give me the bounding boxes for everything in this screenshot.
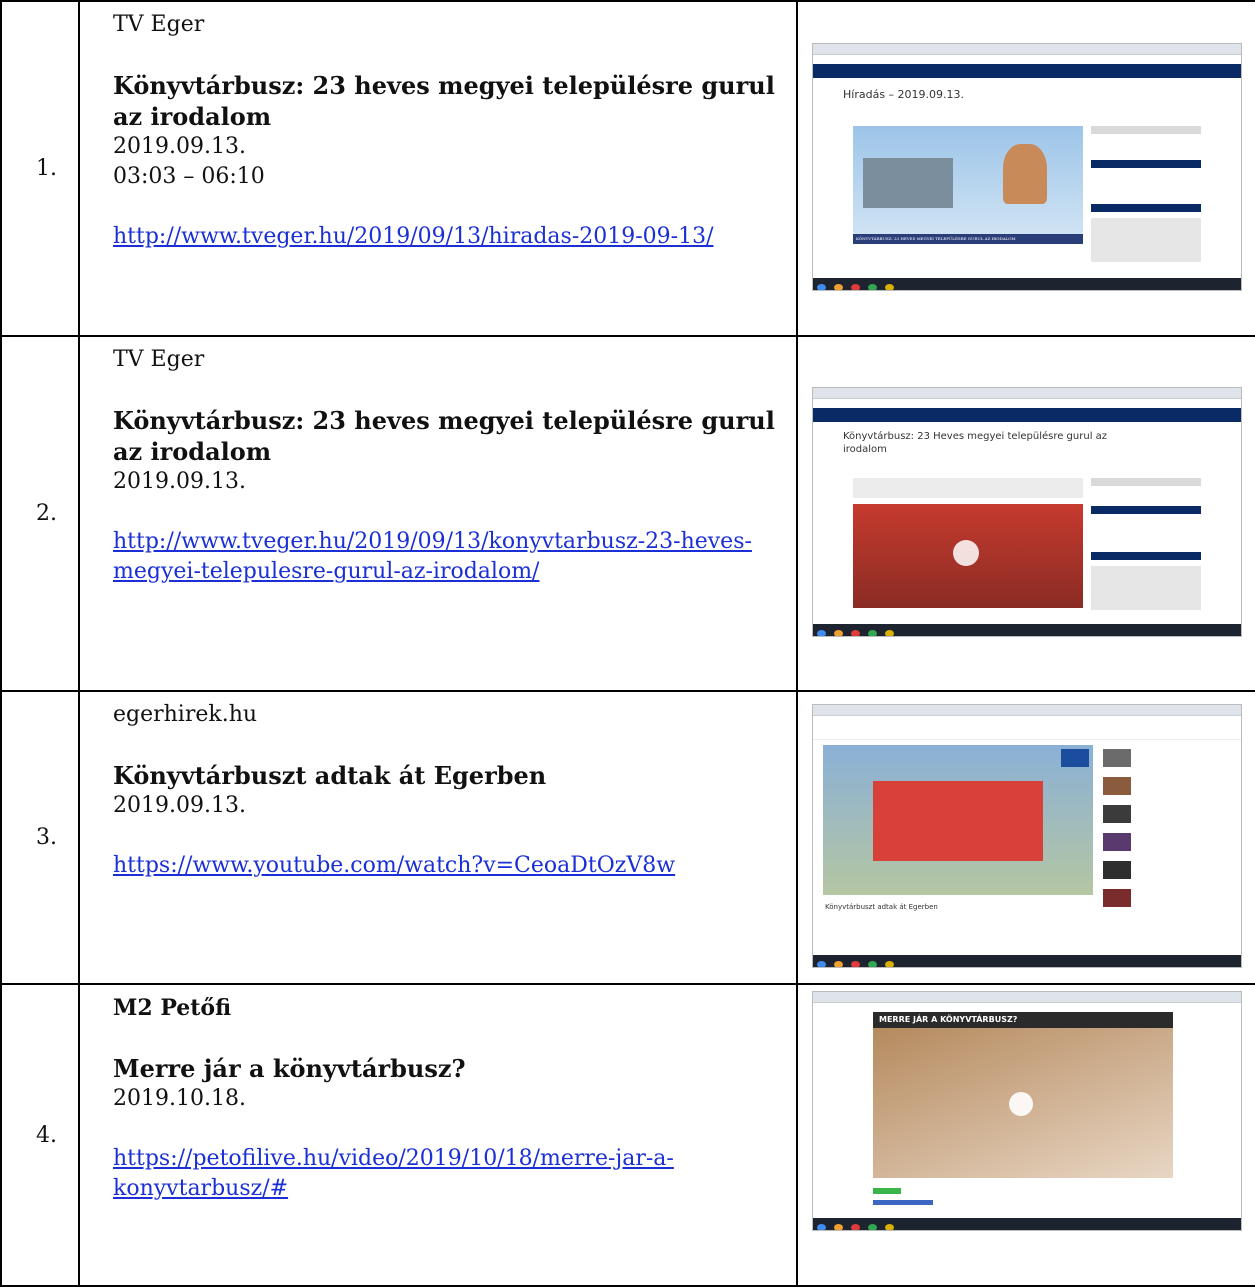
entry-title: Könyvtárbusz: 23 heves megyei településr… (113, 71, 775, 131)
source-name: egerhirek.hu (113, 702, 258, 727)
screenshot-heading: Híradás – 2019.09.13. (843, 87, 965, 101)
row-number: 1. (0, 0, 80, 337)
source-name: M2 Petőfi (113, 995, 232, 1021)
entry-link[interactable]: http://www.tveger.hu/2019/09/13/hiradas-… (113, 224, 714, 249)
entry-cell: egerhirek.hu Könyvtárbuszt adtak át Eger… (78, 690, 798, 985)
screenshot-thumbnail: Könyvtárbusz: 23 Heves megyei településr… (812, 386, 1242, 637)
screenshot-heading: Könyvtárbuszt adtak át Egerben (825, 902, 938, 911)
screenshot-thumbnail: Híradás – 2019.09.13. KÖNYVTÁRBUSZ: 23 H… (812, 42, 1242, 291)
entry-link[interactable]: https://petofilive.hu/video/2019/10/18/m… (113, 1146, 674, 1201)
video-caption: KÖNYVTÁRBUSZ: 23 HEVES MEGYEI TELEPÜLÉSR… (853, 233, 1083, 244)
entry-link[interactable]: https://www.youtube.com/watch?v=CeoaDtOz… (113, 853, 675, 878)
screenshot-heading: Könyvtárbusz: 23 Heves megyei településr… (843, 430, 1108, 455)
screenshot-thumbnail: MERRE JÁR A KÖNYVTÁRBUSZ? (812, 991, 1242, 1231)
entry-title: Könyvtárbuszt adtak át Egerben (113, 761, 547, 790)
row-number: 3. (0, 690, 80, 985)
screenshot-cell: Könyvtárbusz: 23 Heves megyei településr… (796, 335, 1255, 692)
screenshot-cell: MERRE JÁR A KÖNYVTÁRBUSZ? (796, 983, 1255, 1287)
entry-cell: TV Eger Könyvtárbusz: 23 heves megyei te… (78, 335, 798, 692)
entry-cell: TV Eger Könyvtárbusz: 23 heves megyei te… (78, 0, 798, 337)
entry-time: 03:03 – 06:10 (113, 164, 265, 189)
row-number: 2. (0, 335, 80, 692)
entry-date: 2019.10.18. (113, 1086, 246, 1111)
source-name: TV Eger (113, 347, 205, 372)
media-appearances-table: 1. TV Eger Könyvtárbusz: 23 heves megyei… (0, 0, 1255, 1287)
table-row: 4. M2 Petőfi Merre jár a könyvtárbusz? 2… (0, 983, 1255, 1287)
screenshot-cell: Híradás – 2019.09.13. KÖNYVTÁRBUSZ: 23 H… (796, 0, 1255, 337)
screenshot-cell: Könyvtárbuszt adtak át Egerben (796, 690, 1255, 985)
entry-link[interactable]: http://www.tveger.hu/2019/09/13/konyvtar… (113, 529, 752, 584)
table-row: 3. egerhirek.hu Könyvtárbuszt adtak át E… (0, 690, 1255, 985)
entry-title: Merre jár a könyvtárbusz? (113, 1054, 466, 1083)
entry-cell: M2 Petőfi Merre jár a könyvtárbusz? 2019… (78, 983, 798, 1287)
screenshot-thumbnail: Könyvtárbuszt adtak át Egerben (812, 703, 1242, 968)
entry-date: 2019.09.13. (113, 134, 246, 159)
entry-date: 2019.09.13. (113, 793, 246, 818)
entry-title: Könyvtárbusz: 23 heves megyei településr… (113, 406, 775, 466)
table-row: 1. TV Eger Könyvtárbusz: 23 heves megyei… (0, 0, 1255, 337)
entry-date: 2019.09.13. (113, 469, 246, 494)
table-row: 2. TV Eger Könyvtárbusz: 23 heves megyei… (0, 335, 1255, 692)
row-number: 4. (0, 983, 80, 1287)
source-name: TV Eger (113, 12, 205, 37)
screenshot-heading: MERRE JÁR A KÖNYVTÁRBUSZ? (879, 1015, 1018, 1024)
